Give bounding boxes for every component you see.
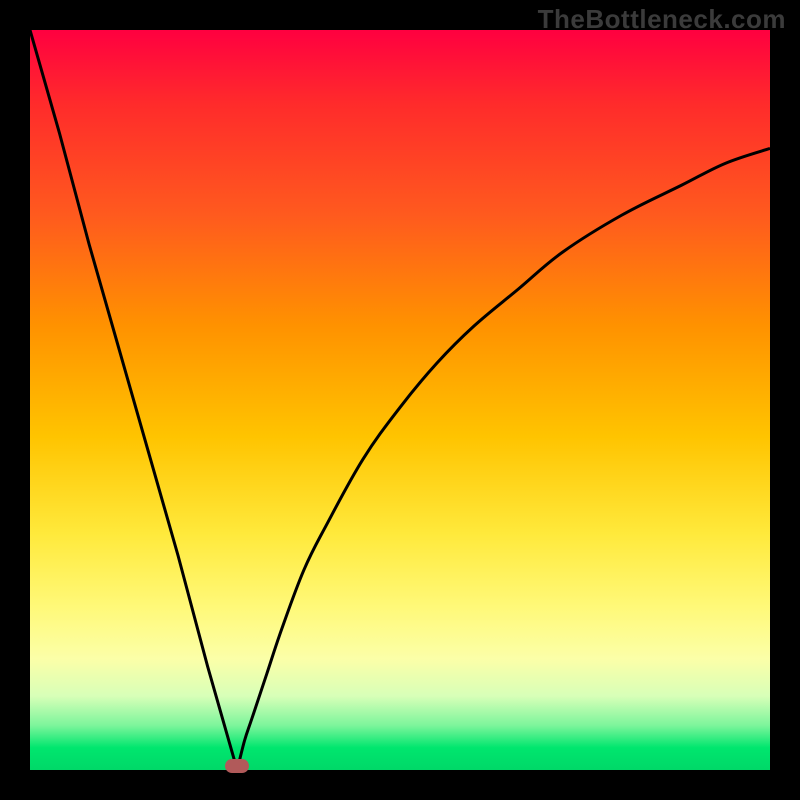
- curve-left-branch: [30, 30, 237, 770]
- minimum-marker: [225, 759, 249, 773]
- curve-right-branch: [237, 148, 770, 770]
- plot-area: [30, 30, 770, 770]
- bottleneck-curve: [30, 30, 770, 770]
- chart-frame: TheBottleneck.com: [0, 0, 800, 800]
- watermark-text: TheBottleneck.com: [538, 4, 786, 35]
